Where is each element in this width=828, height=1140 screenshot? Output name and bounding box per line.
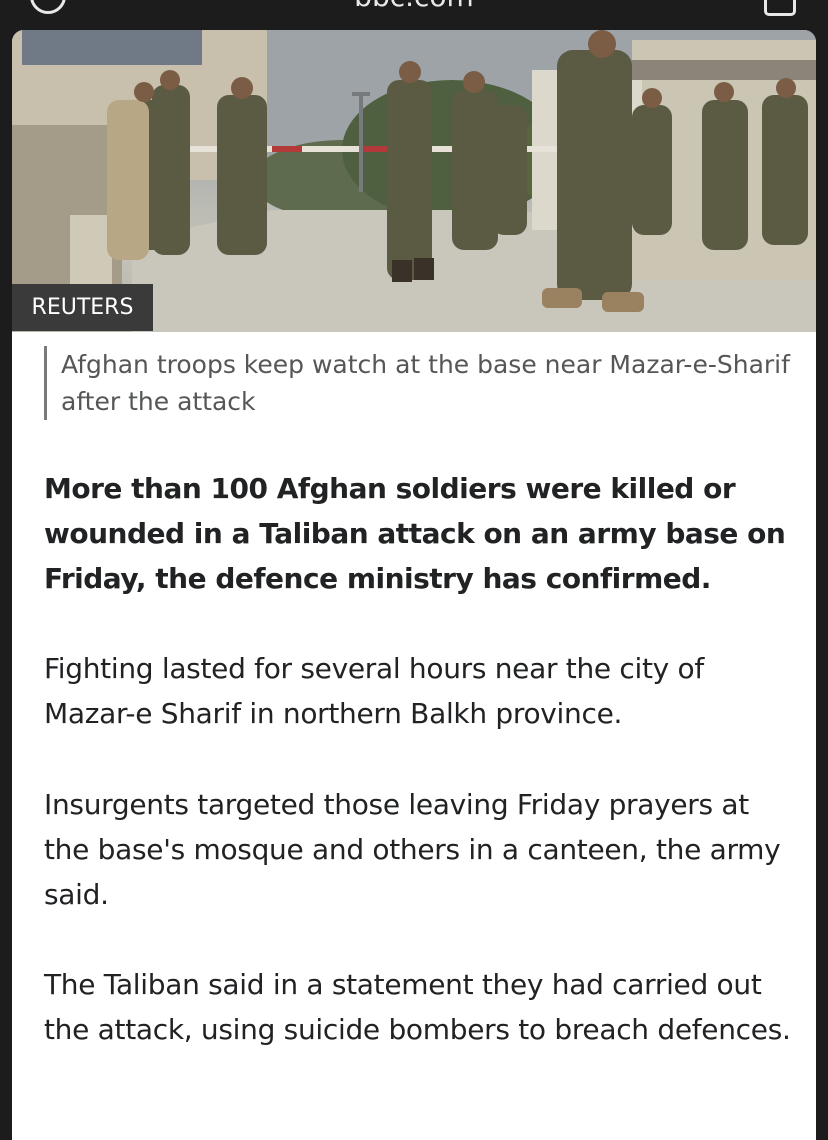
article-photo: REUTERS xyxy=(12,30,816,332)
image-caption: Afghan troops keep watch at the base nea… xyxy=(44,346,791,420)
tabs-icon[interactable] xyxy=(764,0,796,16)
browser-top-bar: bbc.com xyxy=(0,0,828,30)
article-paragraph: Insurgents targeted those leaving Friday… xyxy=(44,788,781,911)
article-paragraph: The Taliban said in a statement they had… xyxy=(44,968,791,1046)
article-card: REUTERS Afghan troops keep watch at the … xyxy=(12,30,816,1140)
photo-credit: REUTERS xyxy=(12,284,153,331)
url-text[interactable]: bbc.com xyxy=(0,0,828,13)
article-lead: More than 100 Afghan soldiers were kille… xyxy=(44,472,786,595)
article-paragraph: Fighting lasted for several hours near t… xyxy=(44,652,704,730)
